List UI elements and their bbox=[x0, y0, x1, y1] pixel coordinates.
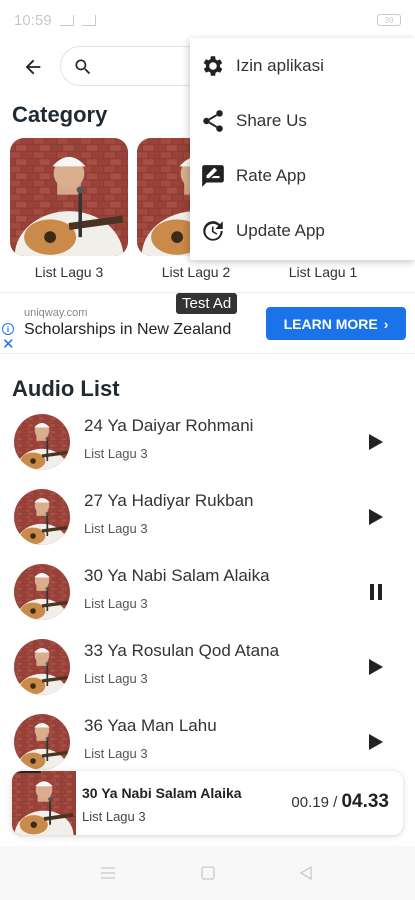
menu-item-izin-aplikasi[interactable]: Izin aplikasi bbox=[190, 38, 415, 93]
player-thumbnail bbox=[12, 771, 76, 835]
player-progress-bar[interactable] bbox=[12, 771, 41, 773]
play-button[interactable] bbox=[362, 728, 390, 756]
menu-item-rate-app[interactable]: Rate App bbox=[190, 148, 415, 203]
audio-subtitle: List Lagu 3 bbox=[84, 671, 148, 686]
status-left: 10:59 bbox=[14, 12, 96, 29]
menu-item-share-us[interactable]: Share Us bbox=[190, 93, 415, 148]
chevron-right-icon: › bbox=[383, 315, 389, 332]
player-time-separator: / bbox=[333, 794, 338, 811]
status-time: 10:59 bbox=[14, 11, 52, 29]
signal-icon bbox=[59, 14, 74, 26]
test-ad-badge: Test Ad bbox=[176, 293, 238, 314]
update-icon bbox=[203, 220, 223, 241]
arrow-left-icon bbox=[25, 59, 41, 75]
play-button[interactable] bbox=[362, 653, 390, 681]
menu-item-update-app[interactable]: Update App bbox=[190, 203, 415, 258]
battery-icon: 39 bbox=[377, 14, 401, 26]
audio-thumbnail bbox=[14, 564, 70, 620]
player-subtitle: List Lagu 3 bbox=[82, 809, 146, 824]
play-icon bbox=[369, 659, 383, 675]
system-navigation-bar bbox=[0, 846, 415, 900]
audio-subtitle: List Lagu 3 bbox=[84, 746, 148, 761]
status-bar: 10:59 39 bbox=[0, 0, 415, 40]
ad-close-icon[interactable]: ✕ bbox=[2, 337, 15, 352]
audio-title: 24 Ya Daiyar Rohmani bbox=[84, 416, 254, 435]
share-icon bbox=[203, 109, 223, 132]
home-icon[interactable] bbox=[198, 863, 218, 883]
pause-icon bbox=[370, 584, 382, 600]
play-button[interactable] bbox=[362, 428, 390, 456]
status-right: 39 bbox=[377, 14, 401, 26]
audio-list-title: Audio List bbox=[12, 376, 120, 401]
audio-title: 30 Ya Nabi Salam Alaika bbox=[84, 566, 270, 585]
rate-icon bbox=[202, 164, 224, 187]
audio-thumbnail bbox=[14, 489, 70, 545]
ad-domain: uniqway.com bbox=[24, 307, 88, 319]
menu-icon[interactable] bbox=[98, 863, 118, 883]
play-button[interactable] bbox=[362, 503, 390, 531]
back-nav-icon[interactable] bbox=[296, 863, 316, 883]
player-title: 30 Ya Nabi Salam Alaika bbox=[82, 785, 242, 801]
audio-list-item[interactable]: 33 Ya Rosulan Qod Atana List Lagu 3 bbox=[14, 635, 404, 699]
audio-subtitle: List Lagu 3 bbox=[84, 521, 148, 536]
signal-icon bbox=[81, 14, 96, 26]
audio-subtitle: List Lagu 3 bbox=[84, 446, 148, 461]
back-button[interactable] bbox=[18, 52, 48, 82]
category-title: Category bbox=[12, 102, 108, 127]
audio-subtitle: List Lagu 3 bbox=[84, 596, 148, 611]
play-icon bbox=[369, 734, 383, 750]
battery-level: 39 bbox=[384, 15, 394, 25]
pause-button[interactable] bbox=[362, 578, 390, 606]
audio-title: 27 Ya Hadiyar Rukban bbox=[84, 491, 254, 510]
learn-more-button[interactable]: LEARN MORE › bbox=[266, 307, 406, 340]
category-thumbnail bbox=[10, 138, 128, 256]
gear-icon bbox=[203, 55, 223, 76]
category-label: List Lagu 3 bbox=[34, 264, 104, 280]
category-card[interactable]: List Lagu 3 bbox=[10, 138, 128, 280]
audio-list-item[interactable]: 36 Yaa Man Lahu List Lagu 3 bbox=[14, 710, 404, 774]
category-label: List Lagu 2 bbox=[161, 264, 231, 280]
player-time: 00.19 / 04.33 bbox=[291, 791, 389, 813]
menu-label: Izin aplikasi bbox=[236, 55, 324, 75]
ad-banner[interactable]: Test Ad uniqway.com i ✕ Scholarships in … bbox=[0, 292, 415, 354]
player-current-time: 00.19 bbox=[291, 794, 329, 811]
audio-list-item[interactable]: 27 Ya Hadiyar Rukban List Lagu 3 bbox=[14, 485, 404, 549]
audio-thumbnail bbox=[14, 714, 70, 770]
search-icon bbox=[75, 59, 91, 75]
ad-info-icon[interactable]: i bbox=[2, 323, 14, 335]
play-icon bbox=[369, 434, 383, 450]
overflow-menu: Izin aplikasi Share Us Rate App Update A… bbox=[190, 38, 415, 260]
menu-label: Rate App bbox=[236, 165, 306, 185]
audio-thumbnail bbox=[14, 414, 70, 470]
audio-title: 33 Ya Rosulan Qod Atana bbox=[84, 641, 280, 660]
audio-list-item[interactable]: 24 Ya Daiyar Rohmani List Lagu 3 bbox=[14, 410, 404, 474]
player-total-time: 04.33 bbox=[341, 791, 389, 812]
menu-label: Update App bbox=[236, 220, 325, 240]
learn-more-label: LEARN MORE bbox=[283, 315, 378, 332]
audio-list-item[interactable]: 30 Ya Nabi Salam Alaika List Lagu 3 bbox=[14, 560, 404, 624]
menu-label: Share Us bbox=[236, 110, 307, 130]
audio-thumbnail bbox=[14, 639, 70, 695]
mini-player[interactable]: 30 Ya Nabi Salam Alaika List Lagu 3 00.1… bbox=[12, 771, 403, 835]
audio-title: 36 Yaa Man Lahu bbox=[84, 716, 217, 735]
category-label: List Lagu 1 bbox=[288, 264, 358, 280]
ad-title: Scholarships in New Zealand bbox=[24, 321, 232, 338]
play-icon bbox=[369, 509, 383, 525]
